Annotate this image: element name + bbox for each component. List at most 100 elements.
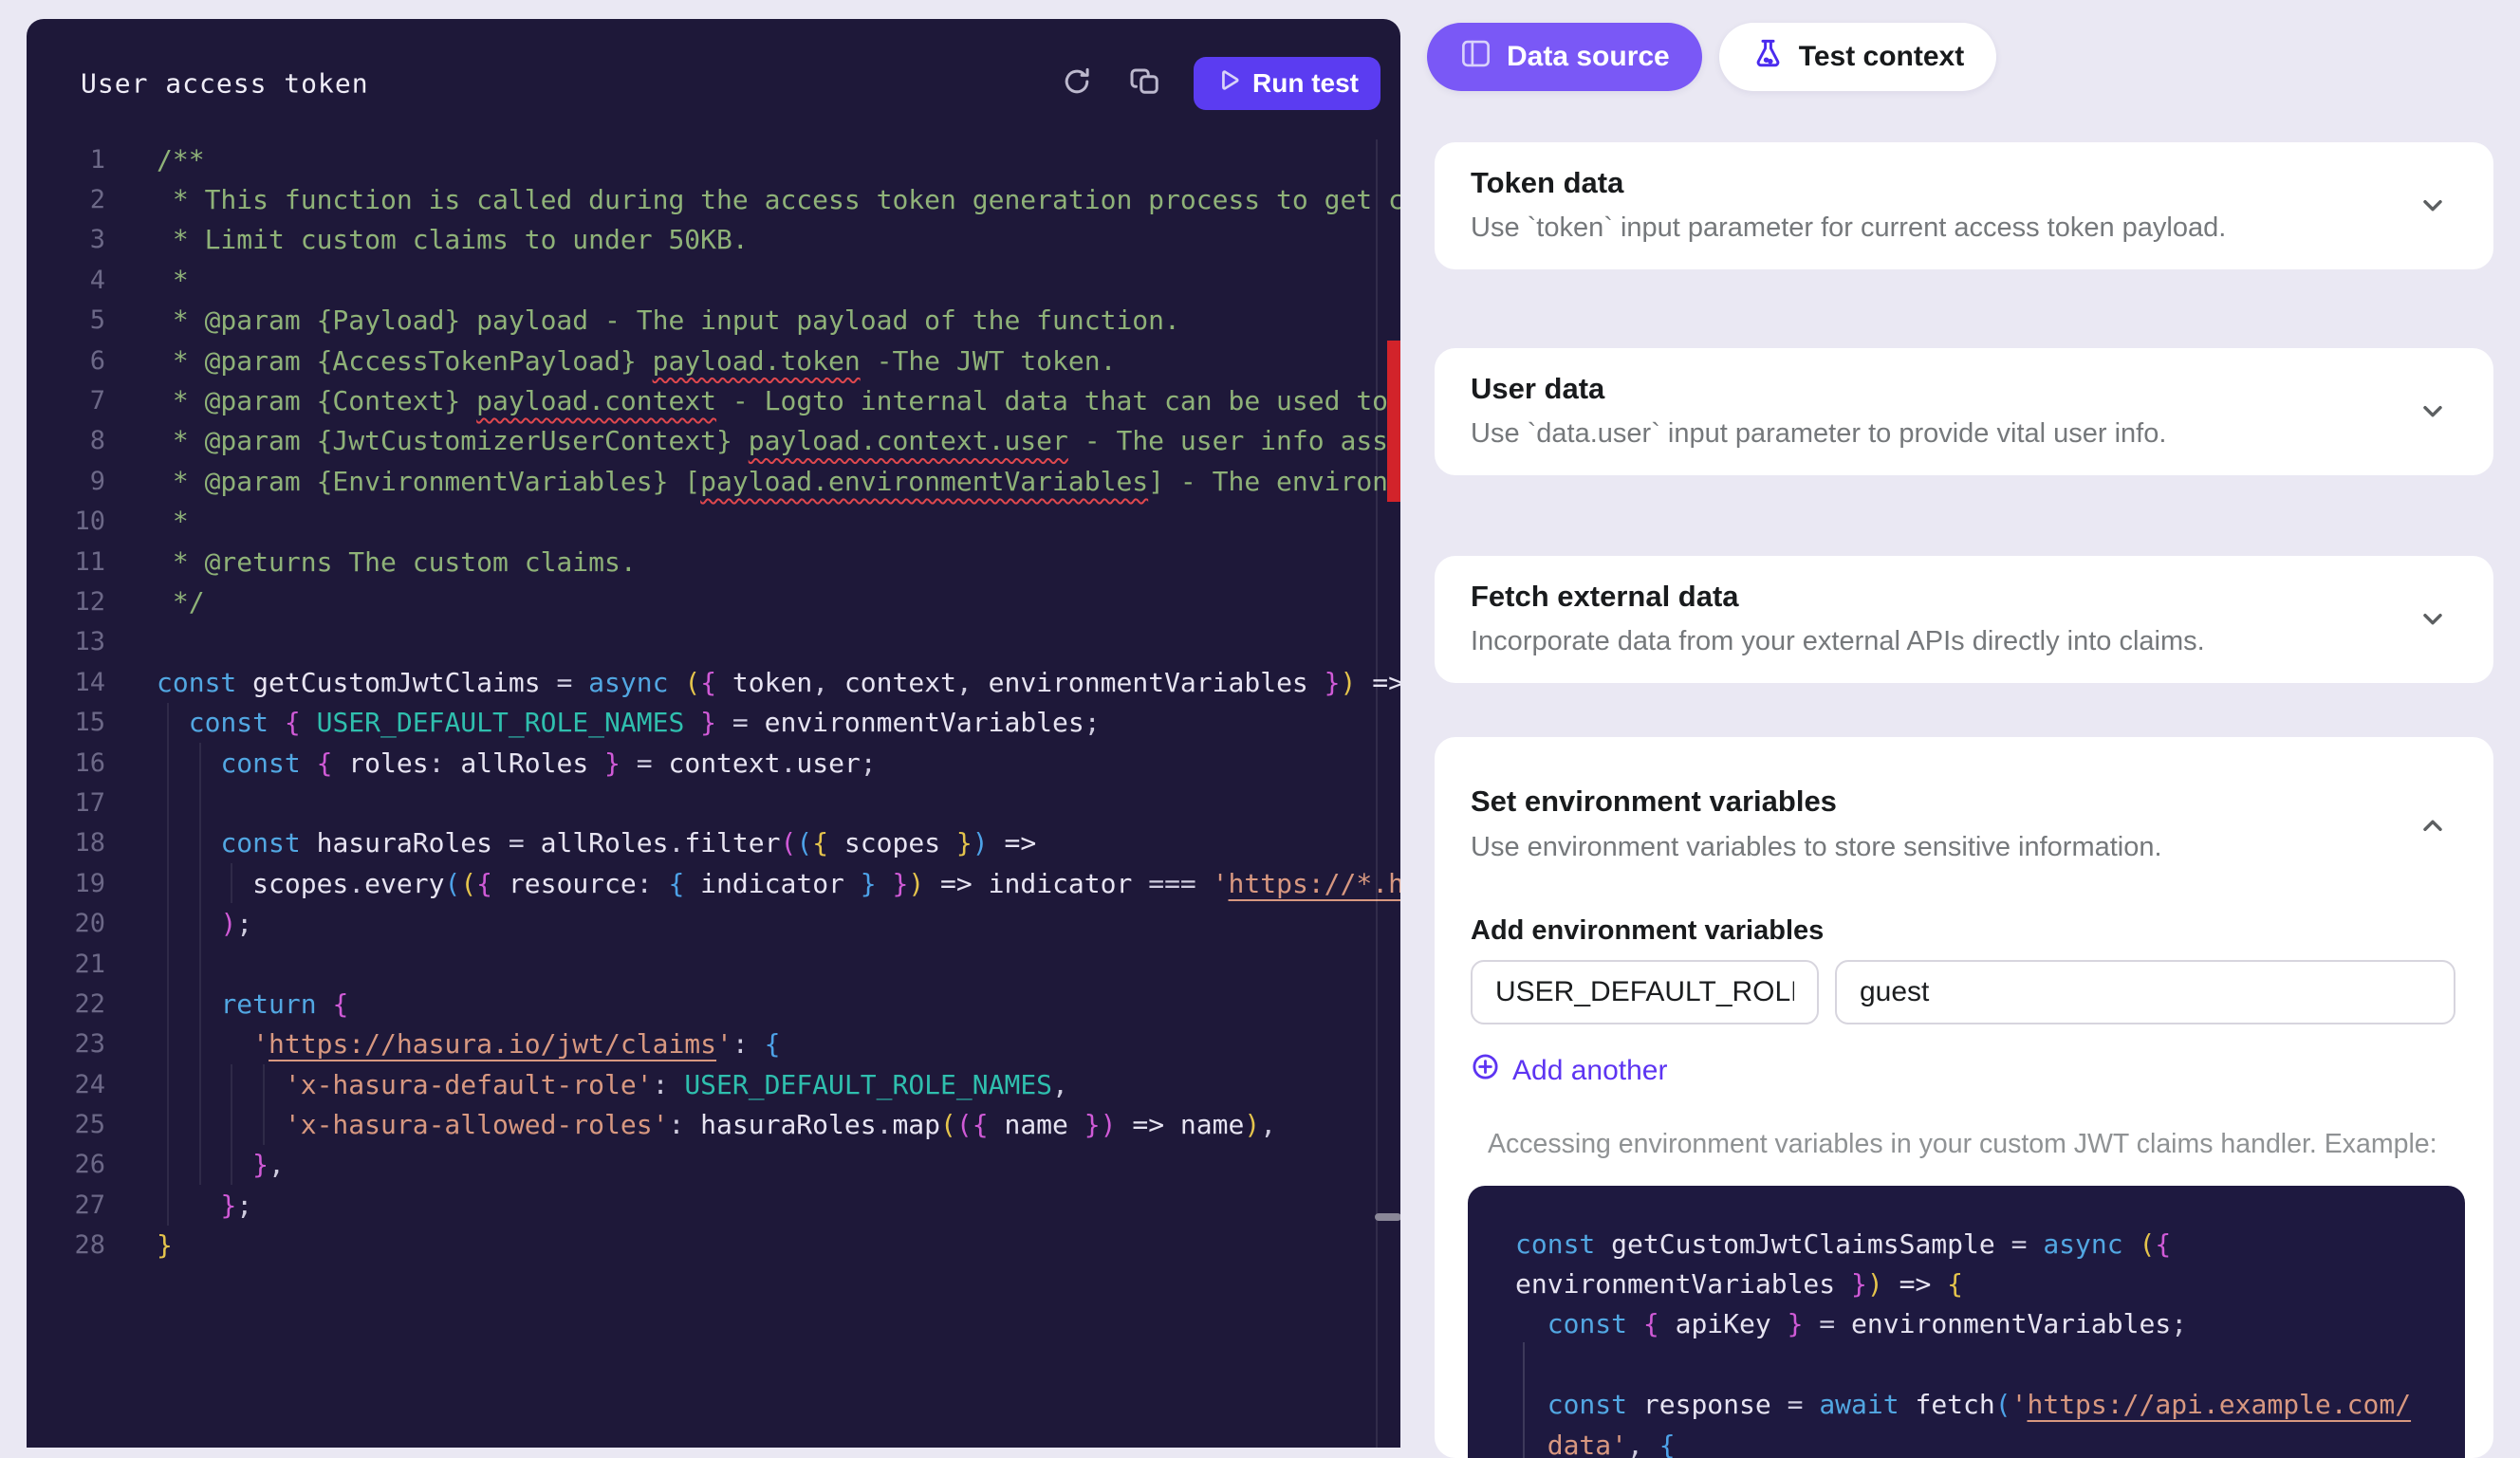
refresh-icon — [1060, 65, 1094, 103]
tab-test-context-label: Test context — [1799, 41, 1964, 73]
line-number: 19 — [27, 869, 105, 898]
code-line[interactable]: 15 const { USER_DEFAULT_ROLE_NAMES } = e… — [27, 702, 1400, 742]
code-line[interactable]: 24 'x-hasura-default-role': USER_DEFAULT… — [27, 1064, 1400, 1104]
line-number: 3 — [27, 225, 105, 254]
line-number: 25 — [27, 1110, 105, 1139]
indent-guide — [263, 1064, 265, 1145]
editor-title: User access token — [81, 68, 369, 100]
card-description: Incorporate data from your external APIs… — [1471, 626, 2205, 657]
tab-test-context[interactable]: Test context — [1719, 23, 1996, 91]
code-line[interactable]: 21 — [27, 944, 1400, 984]
code-line[interactable]: 11 * @returns The custom claims. — [27, 542, 1400, 581]
code-line[interactable]: 8 * @param {JwtCustomizerUserContext} pa… — [27, 421, 1400, 461]
code-line[interactable]: 9 * @param {EnvironmentVariables} [paylo… — [27, 461, 1400, 501]
code-line[interactable]: 2 * This function is called during the a… — [27, 179, 1400, 219]
code-line[interactable]: 4 * — [27, 260, 1400, 300]
code-line: environmentVariables }) => { — [1515, 1264, 2465, 1303]
line-number: 27 — [27, 1190, 105, 1220]
code-line[interactable]: 27 }; — [27, 1185, 1400, 1225]
card-fetch-external-data[interactable]: Fetch external data Incorporate data fro… — [1435, 556, 2493, 683]
code-line[interactable]: 26 }, — [27, 1145, 1400, 1185]
line-number: 20 — [27, 909, 105, 938]
line-number: 14 — [27, 668, 105, 697]
chevron-up-icon[interactable] — [2418, 811, 2448, 841]
line-number: 2 — [27, 185, 105, 214]
line-number: 24 — [27, 1070, 105, 1099]
line-number: 17 — [27, 788, 105, 818]
code-line[interactable]: 17 — [27, 783, 1400, 822]
copy-button[interactable] — [1125, 63, 1167, 104]
add-env-variables-label: Add environment variables — [1471, 915, 1824, 947]
card-title: Set environment variables — [1471, 784, 1837, 819]
env-example-caption: Accessing environment variables in your … — [1488, 1129, 2437, 1160]
card-description: Use environment variables to store sensi… — [1471, 832, 2162, 863]
scrollbar-thumb[interactable] — [1375, 1213, 1400, 1221]
line-number: 12 — [27, 587, 105, 617]
code-line[interactable]: 16 const { roles: allRoles } = context.u… — [27, 743, 1400, 783]
run-test-button[interactable]: Run test — [1194, 57, 1380, 110]
add-another-label: Add another — [1512, 1055, 1667, 1087]
chevron-down-icon[interactable] — [2418, 603, 2448, 634]
panel-tabs: Data source Test context — [1427, 23, 1996, 91]
line-number: 22 — [27, 989, 105, 1019]
line-number: 23 — [27, 1029, 105, 1059]
code-example-block: const getCustomJwtClaimsSample = async (… — [1468, 1186, 2465, 1458]
card-description: Use `token` input parameter for current … — [1471, 212, 2226, 244]
code-line[interactable]: 6 * @param {AccessTokenPayload} payload.… — [27, 341, 1400, 380]
copy-icon — [1129, 65, 1163, 103]
line-number: 1 — [27, 145, 105, 175]
line-number: 26 — [27, 1150, 105, 1179]
env-key-input[interactable] — [1471, 960, 1819, 1024]
card-description: Use `data.user` input parameter to provi… — [1471, 418, 2166, 450]
card-token-data[interactable]: Token data Use `token` input parameter f… — [1435, 142, 2493, 269]
code-line: const response = await fetch('https://ap… — [1515, 1385, 2465, 1425]
code-line[interactable]: 18 const hasuraRoles = allRoles.filter((… — [27, 823, 1400, 863]
indent-guide — [1523, 1342, 1525, 1458]
flask-icon — [1751, 37, 1785, 78]
editor-scrollbar-track — [1376, 139, 1378, 1448]
code-line[interactable]: 10 * — [27, 502, 1400, 542]
indent-guide — [231, 863, 232, 903]
add-another-button[interactable]: Add another — [1471, 1052, 1667, 1089]
code-line[interactable]: 13 — [27, 622, 1400, 662]
code-line[interactable]: 28} — [27, 1226, 1400, 1265]
code-line[interactable]: 7 * @param {Context} payload.context - L… — [27, 380, 1400, 420]
line-number: 18 — [27, 828, 105, 858]
tab-data-source[interactable]: Data source — [1427, 23, 1702, 91]
code-line: data', { — [1515, 1425, 2465, 1458]
code-line[interactable]: 3 * Limit custom claims to under 50KB. — [27, 220, 1400, 260]
code-line[interactable]: 19 scopes.every(({ resource: { indicator… — [27, 863, 1400, 903]
code-area[interactable]: 1/**2 * This function is called during t… — [27, 139, 1400, 1448]
line-number: 21 — [27, 950, 105, 979]
line-number: 28 — [27, 1230, 105, 1260]
code-line[interactable]: 5 * @param {Payload} payload - The input… — [27, 301, 1400, 341]
code-line[interactable]: 23 'https://hasura.io/jwt/claims': { — [27, 1024, 1400, 1064]
code-line[interactable]: 12 */ — [27, 581, 1400, 621]
refresh-button[interactable] — [1056, 63, 1098, 104]
line-number: 11 — [27, 547, 105, 577]
indent-guide — [231, 1064, 232, 1185]
line-number: 4 — [27, 266, 105, 295]
line-number: 16 — [27, 748, 105, 778]
run-test-label: Run test — [1252, 68, 1359, 99]
tab-data-source-label: Data source — [1507, 41, 1670, 73]
code-line[interactable]: 14const getCustomJwtClaims = async ({ to… — [27, 662, 1400, 702]
code-line[interactable]: 20 ); — [27, 903, 1400, 943]
card-user-data[interactable]: User data Use `data.user` input paramete… — [1435, 348, 2493, 475]
line-number: 7 — [27, 386, 105, 415]
line-number: 15 — [27, 708, 105, 737]
code-line[interactable]: 25 'x-hasura-allowed-roles': hasuraRoles… — [27, 1104, 1400, 1144]
chevron-down-icon[interactable] — [2418, 396, 2448, 426]
code-editor-panel: User access token Run test 1/**2 * This … — [27, 19, 1400, 1448]
code-line[interactable]: 1/** — [27, 139, 1400, 179]
line-number: 8 — [27, 426, 105, 455]
code-line: const { apiKey } = environmentVariables; — [1515, 1304, 2465, 1344]
card-title: User data — [1471, 372, 1604, 406]
card-title: Fetch external data — [1471, 580, 1739, 614]
env-value-input[interactable] — [1835, 960, 2455, 1024]
line-number: 9 — [27, 467, 105, 496]
card-title: Token data — [1471, 166, 1623, 200]
code-line[interactable]: 22 return { — [27, 984, 1400, 1024]
chevron-down-icon[interactable] — [2418, 190, 2448, 220]
panel-left-icon — [1459, 37, 1492, 78]
